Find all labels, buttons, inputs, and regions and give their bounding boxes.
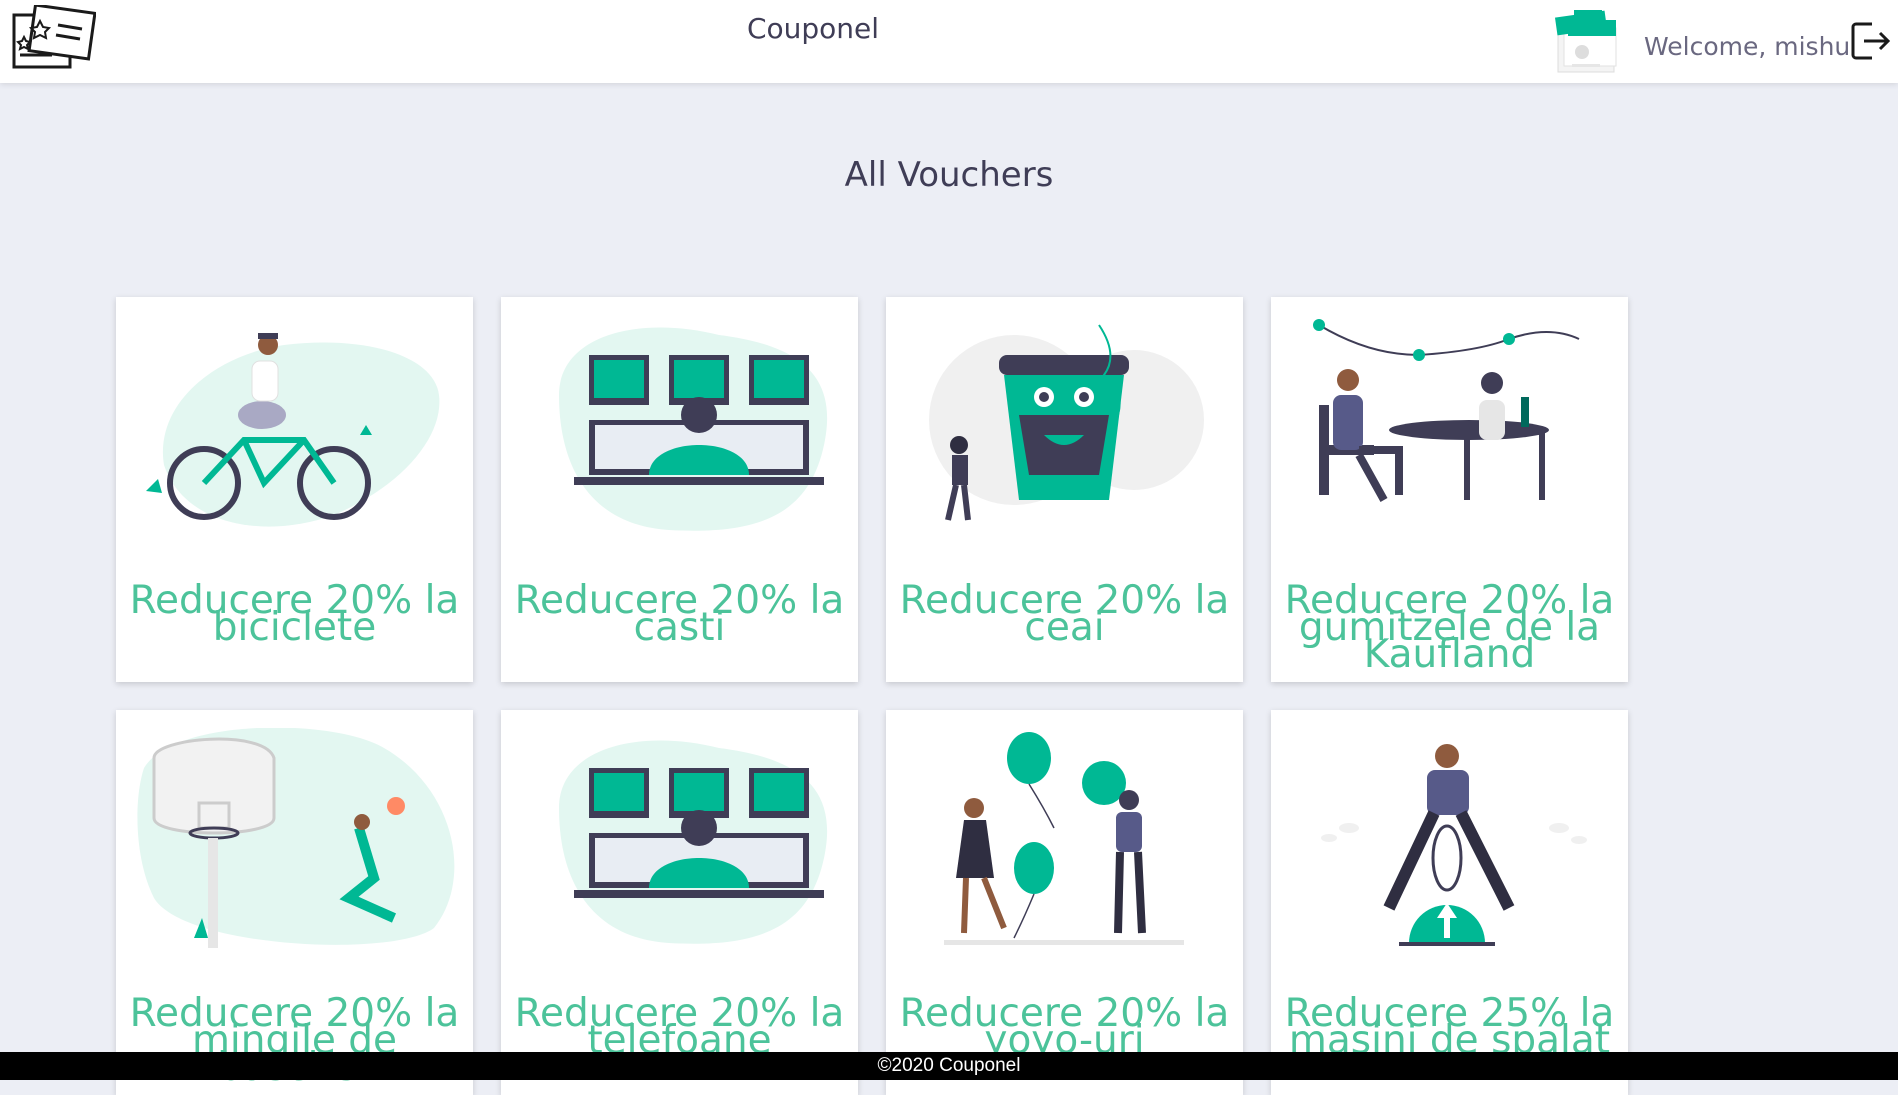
dinner-party-illustration xyxy=(1313,319,1580,502)
voucher-card[interactable]: Reducere 20% la gumitzele de la Kaufland xyxy=(1271,297,1628,682)
voucher-title: Reducere 25% la masini de spalat xyxy=(1284,991,1615,1063)
voucher-title: Reducere 20% la ceai xyxy=(899,578,1230,650)
voucher-title: Reducere 20% la telefoane xyxy=(514,991,845,1063)
voucher-title: Reducere 20% la yoyo-uri xyxy=(899,991,1230,1063)
voucher-title: Reducere 20% la biciclete xyxy=(129,578,460,650)
voucher-card[interactable]: Reducere 20% la yoyo-uri xyxy=(886,710,1243,1095)
basketball-illustration xyxy=(137,728,455,948)
voucher-title: Reducere 20% la casti xyxy=(514,578,845,650)
bicycle-rider-illustration xyxy=(146,333,440,527)
voucher-title: Reducere 20% la gumitzele de la Kaufland xyxy=(1284,578,1615,677)
voucher-card[interactable]: Reducere 20% la telefoane xyxy=(501,710,858,1095)
computer-monitors-illustration xyxy=(559,740,828,944)
welcome-text: Welcome, mishu xyxy=(1644,32,1851,61)
computer-monitors-illustration xyxy=(559,327,828,531)
voucher-card[interactable]: Reducere 25% la masini de spalat xyxy=(1271,710,1628,1095)
coffee-cup-illustration xyxy=(929,324,1204,521)
upload-person-illustration xyxy=(1321,744,1587,946)
voucher-card[interactable]: Reducere 20% la ceai xyxy=(886,297,1243,682)
voucher-card[interactable]: Reducere 20% la casti xyxy=(501,297,858,682)
footer: ©2020 Couponel xyxy=(0,1052,1898,1080)
vouchers-stack-icon[interactable] xyxy=(1552,6,1620,76)
top-navbar: Couponel Welcome, mishu xyxy=(0,0,1898,83)
page-title: All Vouchers xyxy=(844,155,1054,195)
balloons-illustration xyxy=(944,732,1184,945)
logout-icon[interactable] xyxy=(1850,20,1892,62)
app-title[interactable]: Couponel xyxy=(0,12,1626,45)
voucher-card[interactable]: Reducere 20% la biciclete xyxy=(116,297,473,682)
voucher-card[interactable]: Reducere 20% la mingile de baschet xyxy=(116,710,473,1095)
